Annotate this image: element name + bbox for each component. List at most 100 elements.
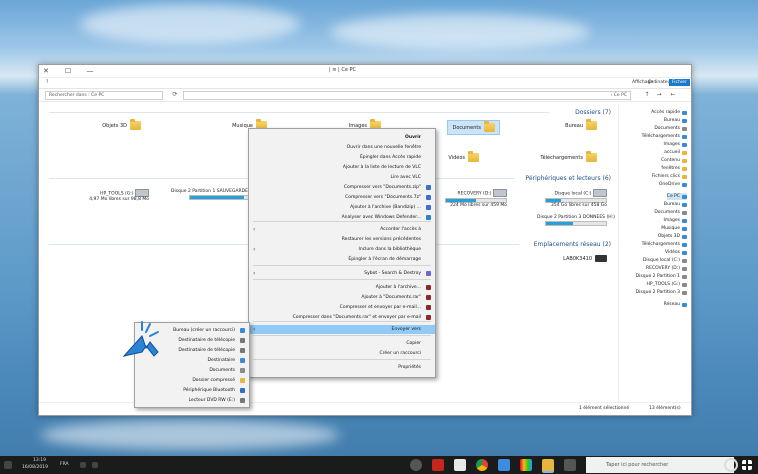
drives-group-title[interactable]: Périphériques et lecteurs (6) bbox=[526, 175, 611, 182]
app-icon[interactable] bbox=[520, 459, 532, 471]
folder-videos[interactable]: Vidéos bbox=[448, 151, 479, 162]
network-device[interactable]: LAB0K3410 bbox=[563, 255, 607, 262]
context-menu-item[interactable]: Ouvrir dans une nouvelle fenêtre bbox=[249, 143, 435, 152]
windows-start-icon[interactable] bbox=[742, 460, 752, 470]
sidebar-item[interactable]: Vidéos bbox=[665, 249, 687, 256]
file-explorer-taskbar-icon[interactable] bbox=[542, 459, 554, 473]
back-icon[interactable]: ← bbox=[669, 91, 677, 99]
context-menu-item[interactable]: Inclure dans la bibliothèque ‹ bbox=[249, 245, 435, 254]
context-menu-item[interactable]: Sybot - Search & Destroy ‹ bbox=[249, 269, 435, 278]
sidebar-item[interactable]: Disque 2 Partition 3 bbox=[636, 289, 687, 296]
cortana-icon[interactable] bbox=[724, 458, 738, 472]
folder-documents[interactable]: Documents bbox=[447, 120, 500, 135]
sidebar-item[interactable]: Documents bbox=[654, 125, 687, 132]
menu-item-label: Périphérique Bluetooth bbox=[183, 388, 235, 393]
sidebar-item[interactable]: Ce PC bbox=[666, 193, 687, 200]
folder-bureau[interactable]: Bureau bbox=[565, 119, 597, 130]
settings-icon[interactable] bbox=[410, 459, 422, 471]
drive-d[interactable]: RECOVERY (D:) 224 Mo libres sur 459 Mo bbox=[445, 189, 507, 208]
taskbar: 13:19 16/08/2019 FRA Taper ici pour rech… bbox=[0, 456, 758, 474]
sidebar-item[interactable]: Documents bbox=[654, 209, 687, 216]
sidebar-item[interactable]: fenêtres bbox=[661, 165, 687, 172]
sidebar-item[interactable]: Images bbox=[664, 141, 687, 148]
sidebar-item[interactable]: accueil bbox=[664, 149, 687, 156]
context-menu-item[interactable]: Accorder l'accès à ‹ bbox=[249, 225, 435, 234]
search-input[interactable]: Rechercher dans : Ce PC bbox=[45, 91, 163, 100]
drive-h[interactable]: Disque 2 Partition 3 DONNEES (H:) bbox=[537, 215, 615, 226]
sidebar-item[interactable]: Musique bbox=[661, 225, 687, 232]
context-menu-item[interactable]: Épingler dans Accès rapide bbox=[249, 153, 435, 162]
context-menu-item[interactable]: Épingler à l'écran de démarrage bbox=[249, 255, 435, 264]
up-icon[interactable]: ↑ bbox=[643, 91, 651, 99]
context-menu-item[interactable]: Ajouter à l'archive... bbox=[249, 283, 435, 292]
folder-telechargements[interactable]: Téléchargements bbox=[540, 151, 597, 162]
sidebar-item[interactable]: Téléchargements bbox=[642, 241, 687, 248]
network-tray-icon[interactable] bbox=[92, 462, 98, 468]
sidebar-item[interactable]: Bureau bbox=[664, 117, 687, 124]
context-menu-item[interactable]: Créer un raccourci bbox=[249, 349, 435, 358]
sidebar-item[interactable]: Bureau bbox=[664, 201, 687, 208]
drive-c[interactable]: Disque local (C:) 354 Go libres sur 458 … bbox=[545, 189, 607, 208]
sidebar-item[interactable]: Disque 2 Partition 1 bbox=[636, 273, 687, 280]
clock-date[interactable]: 16/08/2019 bbox=[22, 465, 48, 470]
drive-g[interactable]: HP_TOOLS (G:) 4,97 Mo libres sur 98,8 Mo bbox=[89, 189, 149, 202]
sidebar-item-label: RECOVERY (D:) bbox=[645, 266, 680, 271]
taskbar-search-input[interactable]: Taper ici pour rechercher bbox=[586, 457, 734, 473]
close-button[interactable]: ✕ bbox=[39, 66, 53, 76]
sidebar-item[interactable]: RECOVERY (D:) bbox=[646, 265, 687, 272]
minimize-button[interactable]: — bbox=[83, 66, 97, 76]
sidebar-item[interactable]: Disque local (C:) bbox=[643, 257, 687, 264]
tab-fichier[interactable]: Fichier bbox=[669, 79, 690, 86]
context-menu-item[interactable]: Envoyer vers ‹ bbox=[249, 325, 435, 334]
menu-item-label: Ajouter à l'archive... bbox=[375, 285, 421, 290]
sidebar-item-icon bbox=[682, 234, 687, 239]
send-to-item[interactable]: Périphérique Bluetooth bbox=[135, 386, 249, 395]
sidebar-item[interactable]: Fichiers clics bbox=[652, 173, 687, 180]
sidebar-item[interactable]: Réseau bbox=[664, 301, 687, 308]
sidebar-item-label: fenêtres bbox=[661, 166, 680, 171]
sidebar-item[interactable]: Téléchargements bbox=[642, 133, 687, 140]
notification-icon[interactable] bbox=[4, 461, 12, 469]
drive-f[interactable]: Disque 2 Partition 1 SAUVEGARDES (F:) bbox=[171, 189, 260, 200]
address-input[interactable]: › Ce PC bbox=[183, 91, 631, 100]
context-menu-item[interactable]: Ajouter à l'archive (Bandizip) ... bbox=[249, 203, 435, 212]
folder-objets-3d[interactable]: Objets 3D bbox=[102, 119, 141, 130]
send-to-item[interactable]: Documents bbox=[135, 366, 249, 375]
sidebar-item[interactable]: Contenu bbox=[661, 157, 687, 164]
forward-icon[interactable]: → bbox=[655, 91, 663, 99]
language-indicator[interactable]: FRA bbox=[60, 462, 69, 467]
send-to-item[interactable]: Lecteur DVD RW (E:) bbox=[135, 396, 249, 405]
app-icon[interactable] bbox=[498, 459, 510, 471]
menu-item-icon bbox=[240, 368, 245, 373]
chrome-icon[interactable] bbox=[476, 459, 488, 471]
app-icon[interactable] bbox=[454, 459, 466, 471]
volume-icon[interactable] bbox=[80, 462, 86, 468]
context-menu-item[interactable]: Ouvrir bbox=[249, 133, 435, 142]
help-icon[interactable]: ? bbox=[43, 79, 51, 86]
refresh-icon[interactable]: ⟳ bbox=[171, 91, 179, 99]
store-icon[interactable] bbox=[564, 459, 576, 471]
sidebar-item[interactable]: OneDrive bbox=[659, 181, 687, 188]
context-menu-item[interactable]: Lire avec VLC bbox=[249, 173, 435, 182]
network-group-title[interactable]: Emplacements réseau (2) bbox=[534, 241, 611, 248]
folders-group-title[interactable]: Dossiers (7) bbox=[575, 109, 611, 116]
context-menu-item[interactable]: Compresser vers "Documents.7z" bbox=[249, 193, 435, 202]
context-menu-item[interactable]: Ajouter à la liste de lecture de VLC bbox=[249, 163, 435, 172]
context-menu-item[interactable]: Ajouter à "Documents.rar" bbox=[249, 293, 435, 302]
context-menu-item[interactable]: Copier bbox=[249, 339, 435, 348]
context-menu-item[interactable]: Propriétés bbox=[249, 363, 435, 372]
context-menu-item[interactable]: Restaurer les versions précédentes bbox=[249, 235, 435, 244]
sidebar-item-label: Documents bbox=[654, 126, 680, 131]
menu-item-label: Restaurer les versions précédentes bbox=[341, 237, 421, 242]
maximize-button[interactable]: ☐ bbox=[61, 66, 75, 76]
drive-free-space: 224 Mo libres sur 459 Mo bbox=[450, 203, 507, 208]
sidebar-item[interactable]: Images bbox=[664, 217, 687, 224]
clock-time[interactable]: 13:19 bbox=[33, 458, 46, 463]
send-to-item[interactable]: Dossier compressé bbox=[135, 376, 249, 385]
context-menu-item[interactable]: Compresser vers "Documents.zip" bbox=[249, 183, 435, 192]
sidebar-item[interactable]: HP_TOOLS (G:) bbox=[647, 281, 687, 288]
sidebar-item[interactable]: Objets 3D bbox=[658, 233, 687, 240]
filezilla-icon[interactable] bbox=[432, 459, 444, 471]
sidebar-item[interactable]: Accès rapide bbox=[651, 109, 687, 116]
context-menu-item[interactable]: Compresser et envoyer par e-mail... bbox=[249, 303, 435, 312]
